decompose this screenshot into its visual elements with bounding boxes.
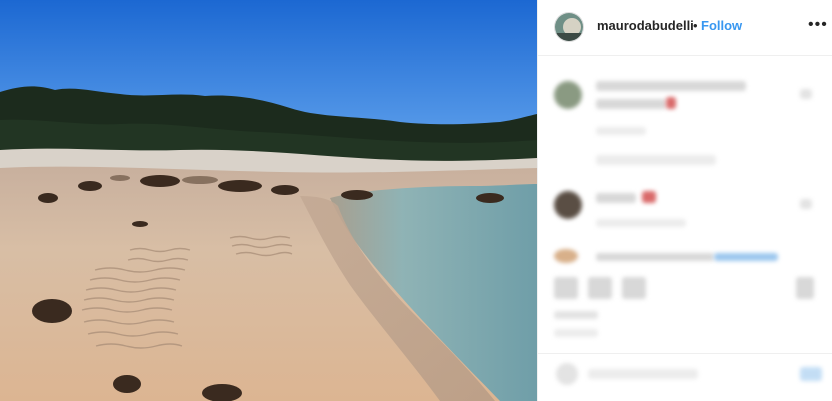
post-photo[interactable] xyxy=(0,0,537,401)
comment-text xyxy=(596,193,636,203)
comments-section xyxy=(538,57,832,401)
like-icon xyxy=(800,199,812,209)
likes-count xyxy=(554,311,598,319)
separator-dot: • xyxy=(693,18,698,33)
like-button[interactable] xyxy=(554,277,578,299)
post-date xyxy=(554,329,598,337)
follow-button[interactable]: Follow xyxy=(701,18,742,33)
avatar-image xyxy=(555,13,583,41)
like-icon xyxy=(800,89,812,99)
comment-avatar xyxy=(554,191,582,219)
post-sidebar: maurodabudelli • Follow ••• xyxy=(537,0,832,401)
comment-input[interactable] xyxy=(588,369,698,379)
comment-meta xyxy=(596,219,686,227)
emoji-button[interactable] xyxy=(556,363,578,385)
comment-avatar xyxy=(554,81,582,109)
comment-text xyxy=(596,253,714,261)
post-header: maurodabudelli • Follow ••• xyxy=(538,0,832,56)
comment-button[interactable] xyxy=(588,277,612,299)
comment-text xyxy=(596,99,666,109)
more-icon[interactable]: ••• xyxy=(808,16,828,34)
post-button[interactable] xyxy=(800,367,822,381)
save-button[interactable] xyxy=(796,277,814,299)
comment-meta xyxy=(596,127,646,135)
share-button[interactable] xyxy=(622,277,646,299)
avatar[interactable] xyxy=(554,12,584,42)
view-replies xyxy=(596,155,716,165)
comment-avatar xyxy=(554,249,578,263)
divider xyxy=(538,353,832,354)
emoji xyxy=(666,97,676,109)
emoji xyxy=(642,191,656,203)
beach-photo xyxy=(0,0,537,401)
comment-text xyxy=(596,81,746,91)
mention-link xyxy=(714,253,778,261)
username-link[interactable]: maurodabudelli xyxy=(597,18,694,33)
